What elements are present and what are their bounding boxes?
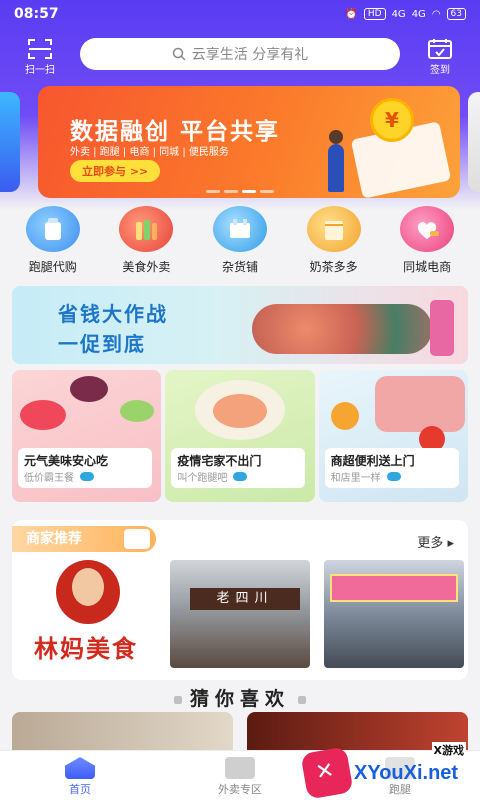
search-placeholder: 云享生活 分享有礼 bbox=[191, 47, 309, 63]
banner-dot-active[interactable] bbox=[242, 190, 256, 193]
watermark-small-text: X游戏 bbox=[431, 742, 466, 758]
merchant-recommend-section: 商家推荐 更多 ▸ 林妈美食 老四川 bbox=[12, 520, 468, 680]
shopping-cart-icon bbox=[212, 206, 267, 252]
feature-card-food[interactable]: 元气美味安心吃 低价霸王餐 bbox=[12, 370, 162, 502]
banner-subtitle: 外卖 | 跑腿 | 电商 | 同城 | 便民服务 bbox=[70, 147, 229, 158]
banner-next-peek[interactable] bbox=[468, 92, 480, 192]
heading-deco-right bbox=[298, 695, 306, 704]
heart-hand-icon bbox=[400, 206, 455, 252]
feature-card-subtitle: 叫个跑腿吧 bbox=[177, 473, 228, 484]
watermark-big-text: XYouXi.net bbox=[354, 762, 459, 784]
scan-label: 扫一扫 bbox=[25, 65, 55, 76]
banner-title: 数据融创 平台共享 bbox=[70, 119, 281, 145]
category-errand[interactable]: 跑腿代购 bbox=[13, 206, 93, 276]
feature-card-subtitle: 和店里一样 bbox=[330, 473, 381, 484]
feature-card-errand[interactable]: 疫情宅家不出门 叫个跑腿吧 bbox=[165, 370, 315, 502]
checkin-button[interactable]: 签到 bbox=[418, 38, 462, 76]
merchant-section-title: 商家推荐 bbox=[12, 526, 156, 552]
category-local-shop[interactable]: 同城电商 bbox=[387, 206, 467, 276]
merchant-card-laosichuan[interactable]: 老四川 bbox=[170, 560, 310, 668]
tab-home[interactable]: 首页 bbox=[0, 751, 160, 800]
feature-card-grocery[interactable]: 商超便利送上门 和店里一样 bbox=[318, 370, 468, 502]
seafood-image bbox=[252, 304, 432, 354]
banner-dot[interactable] bbox=[206, 190, 220, 193]
scan-icon bbox=[28, 39, 52, 59]
feature-card-subtitle: 低价霸王餐 bbox=[24, 473, 74, 484]
main-banner[interactable]: 数据融创 平台共享 外卖 | 跑腿 | 电商 | 同城 | 便民服务 立即参与 … bbox=[38, 86, 460, 198]
wifi-icon: ◠ bbox=[431, 8, 441, 20]
category-label: 同城电商 bbox=[403, 260, 452, 274]
merchant-logo bbox=[56, 560, 120, 624]
promo-line1: 省钱大作战 bbox=[58, 302, 168, 326]
promo-line2: 一促到底 bbox=[58, 332, 146, 356]
status-bar: 08:57 ⏰ HD 4G 4G ◠ 63 bbox=[0, 0, 480, 28]
guess-title: 猜你喜欢 bbox=[189, 688, 290, 710]
search-icon bbox=[172, 47, 186, 61]
cup-bag-icon bbox=[25, 206, 80, 252]
merchant-card-store[interactable] bbox=[324, 560, 464, 668]
category-label: 美食外卖 bbox=[122, 260, 171, 274]
category-label: 杂货铺 bbox=[221, 260, 258, 274]
feature-cards: 元气美味安心吃 低价霸王餐 疫情宅家不出门 叫个跑腿吧 商超便利送上门 和店里一… bbox=[12, 370, 468, 502]
person-illustration bbox=[328, 130, 344, 192]
status-icons: ⏰ HD 4G 4G ◠ 63 bbox=[345, 8, 466, 20]
takeout-icon bbox=[225, 757, 255, 779]
promo-banner[interactable]: 省钱大作战 一促到底 bbox=[12, 286, 468, 364]
feature-card-title: 商超便利送上门 bbox=[330, 454, 415, 468]
tab-label: 外卖专区 bbox=[218, 783, 262, 796]
network-label-2: 4G bbox=[411, 8, 426, 20]
feature-card-caption: 疫情宅家不出门 叫个跑腿吧 bbox=[171, 448, 306, 488]
merchant-brand: 林妈美食 bbox=[34, 635, 138, 663]
battery-indicator: 63 bbox=[446, 8, 466, 20]
category-milktea[interactable]: 奶茶多多 bbox=[294, 206, 374, 276]
hd-badge: HD bbox=[363, 8, 386, 20]
feature-card-title: 元气美味安心吃 bbox=[24, 454, 109, 468]
storefront-sign: 老四川 bbox=[190, 588, 300, 610]
home-icon bbox=[65, 757, 95, 779]
feature-card-title: 疫情宅家不出门 bbox=[177, 454, 262, 468]
category-label: 奶茶多多 bbox=[309, 260, 358, 274]
category-grocery[interactable]: 杂货铺 bbox=[200, 206, 280, 276]
guess-you-like-heading: 猜你喜欢 bbox=[0, 684, 480, 711]
banner-prev-peek[interactable] bbox=[0, 92, 20, 192]
heading-deco-left bbox=[173, 695, 182, 704]
alarm-icon: ⏰ bbox=[345, 8, 358, 20]
merchant-list: 林妈美食 老四川 bbox=[12, 560, 468, 668]
arrow-icon bbox=[386, 472, 401, 481]
burger-icon bbox=[119, 206, 174, 252]
checkin-label: 签到 bbox=[430, 65, 450, 76]
watermark-logo-icon bbox=[300, 746, 354, 800]
storefront-sign bbox=[330, 574, 458, 602]
tab-label: 首页 bbox=[69, 783, 91, 796]
arrow-icon bbox=[233, 472, 248, 481]
arrow-icon bbox=[80, 472, 94, 481]
scan-button[interactable]: 扫一扫 bbox=[18, 38, 62, 76]
tab-takeout[interactable]: 外卖专区 bbox=[160, 751, 320, 800]
bottle-image bbox=[430, 300, 454, 356]
calendar-icon bbox=[428, 39, 452, 59]
site-watermark: X游戏 XYouXi.net bbox=[300, 742, 474, 800]
merchant-title-text: 商家推荐 bbox=[26, 531, 82, 547]
feature-card-caption: 元气美味安心吃 低价霸王餐 bbox=[18, 448, 152, 488]
category-grid: 跑腿代购 美食外卖 杂货铺 奶茶多多 同城电商 bbox=[0, 206, 480, 276]
banner-pagination bbox=[206, 190, 274, 193]
category-food[interactable]: 美食外卖 bbox=[106, 206, 186, 276]
feature-card-caption: 商超便利送上门 和店里一样 bbox=[324, 448, 459, 488]
milk-tea-icon bbox=[306, 206, 361, 252]
banner-dot[interactable] bbox=[224, 190, 238, 193]
network-label-1: 4G bbox=[391, 8, 406, 20]
feed-item[interactable] bbox=[12, 712, 233, 752]
banner-cta-button[interactable]: 立即参与 >> bbox=[70, 160, 161, 182]
search-bar[interactable]: 云享生活 分享有礼 bbox=[80, 38, 400, 70]
status-time: 08:57 bbox=[14, 6, 59, 22]
merchant-card-linma[interactable]: 林妈美食 bbox=[16, 560, 156, 668]
more-link[interactable]: 更多 ▸ bbox=[417, 532, 454, 551]
coin-icon: ¥ bbox=[370, 98, 414, 142]
store-icon bbox=[124, 529, 150, 549]
banner-dot[interactable] bbox=[260, 190, 274, 193]
category-label: 跑腿代购 bbox=[28, 260, 77, 274]
